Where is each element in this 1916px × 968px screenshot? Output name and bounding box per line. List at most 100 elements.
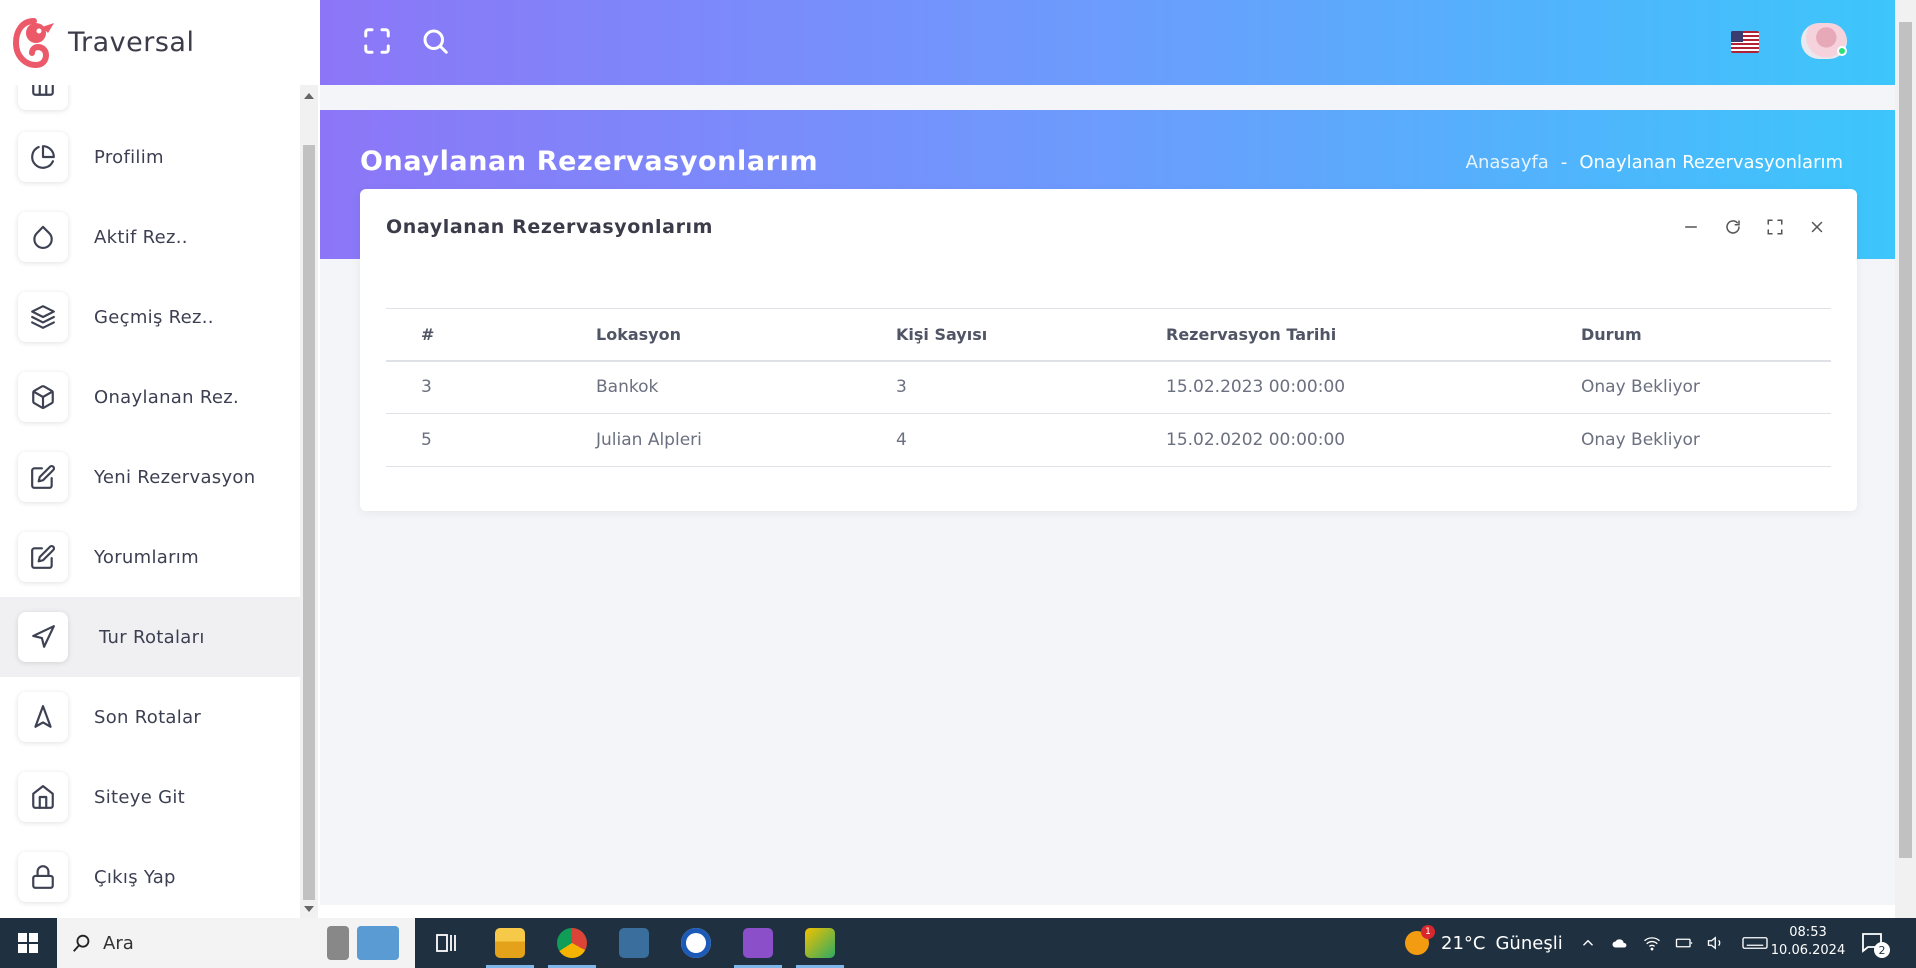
- chameleon-logo-icon: [12, 17, 54, 68]
- sidebar-item-aktif-rez[interactable]: Aktif Rez..: [0, 197, 300, 277]
- home-icon: [18, 772, 68, 822]
- page-title: Onaylanan Rezervasyonlarım: [360, 146, 819, 177]
- table-row: 3 Bankok 3 15.02.2023 00:00:00 Onay Bekl…: [386, 360, 1831, 414]
- sun-icon: 1: [1405, 925, 1435, 955]
- sidebar: Traversal Profilim Aktif Rez.. Geçmiş Re…: [0, 0, 320, 918]
- edit-icon: [18, 452, 68, 502]
- sidebar-item-gecmis-rez[interactable]: Geçmiş Rez..: [0, 277, 300, 357]
- top-header: [320, 0, 1895, 85]
- navigation-2-icon: [18, 692, 68, 742]
- sidebar-item-profilim[interactable]: Profilim: [0, 117, 300, 197]
- page-scrollbar[interactable]: [1895, 0, 1916, 918]
- cell-status: Onay Bekliyor: [1546, 413, 1831, 467]
- breadcrumb-separator: -: [1560, 152, 1568, 173]
- sidebar-item-label: Geçmiş Rez..: [94, 306, 214, 328]
- sidebar-item-cikis-yap[interactable]: Çıkış Yap: [0, 837, 300, 917]
- page-scroll-thumb[interactable]: [1899, 22, 1912, 858]
- column-header-reservation-date: Rezervasyon Tarihi: [1131, 308, 1546, 362]
- card-toolbar: [1681, 217, 1827, 237]
- sidebar-menu: Profilim Aktif Rez.. Geçmiş Rez.. Onayla…: [0, 85, 300, 918]
- taskbar-app-chrome[interactable]: [544, 918, 600, 968]
- weather-condition: Güneşli: [1495, 932, 1563, 954]
- cell-location: Julian Alpleri: [561, 413, 861, 467]
- refresh-icon[interactable]: [1723, 217, 1743, 237]
- sidebar-item-yeni-rezervasyon[interactable]: Yeni Rezervasyon: [0, 437, 300, 517]
- cell-person-count: 4: [861, 413, 1131, 467]
- windows-taskbar: Ara 1 21°C Güneşli 08:53 10.06.2024 2: [0, 918, 1916, 968]
- sidebar-item-label: Son Rotalar: [94, 706, 202, 728]
- breadcrumb-home-link[interactable]: Anasayfa: [1466, 152, 1549, 173]
- scroll-down-arrow-icon[interactable]: [304, 906, 314, 912]
- taskbar-clock[interactable]: 08:53 10.06.2024: [1768, 924, 1848, 960]
- taskbar-search-placeholder: Ara: [103, 932, 134, 954]
- taskbar-app-teamviewer[interactable]: [668, 918, 724, 968]
- onedrive-cloud-icon[interactable]: [1610, 933, 1630, 953]
- clock-time: 08:53: [1789, 925, 1827, 940]
- volume-icon[interactable]: [1706, 933, 1726, 953]
- sidebar-scrollbar[interactable]: [300, 85, 318, 918]
- image-editor-icon: [805, 928, 835, 958]
- sidebar-item-tur-rotalari[interactable]: Tur Rotaları: [0, 597, 300, 677]
- sidebar-item-onaylanan-rez[interactable]: Onaylanan Rez.: [0, 357, 300, 437]
- maximize-icon[interactable]: [1765, 217, 1785, 237]
- sidebar-item-son-rotalar[interactable]: Son Rotalar: [0, 677, 300, 757]
- cell-location: Bankok: [561, 360, 861, 414]
- taskbar-app-file-explorer[interactable]: [482, 918, 538, 968]
- sidebar-item-label: Siteye Git: [94, 786, 186, 808]
- clock-date: 10.06.2024: [1770, 943, 1846, 958]
- sidebar-item-yorumlarim[interactable]: Yorumlarım: [0, 517, 300, 597]
- file-explorer-icon: [495, 928, 525, 958]
- sidebar-item-label: Profilim: [94, 146, 164, 168]
- battery-icon[interactable]: [1674, 933, 1694, 953]
- scroll-up-arrow-icon[interactable]: [304, 93, 314, 99]
- column-header-person-count: Kişi Sayısı: [861, 308, 1131, 362]
- sidebar-scroll-thumb[interactable]: [303, 145, 315, 900]
- sidebar-item-label: Yorumlarım: [94, 546, 199, 568]
- notification-count: 2: [1874, 942, 1890, 958]
- maximize-icon[interactable]: [362, 26, 392, 56]
- close-icon[interactable]: [1807, 217, 1827, 237]
- table-row: 5 Julian Alpleri 4 15.02.0202 00:00:00 O…: [386, 413, 1831, 467]
- teamviewer-icon: [681, 928, 711, 958]
- taskbar-app-visual-studio[interactable]: [730, 918, 786, 968]
- start-button[interactable]: [0, 918, 55, 968]
- layers-icon: [18, 292, 68, 342]
- brand-name: Traversal: [68, 27, 195, 58]
- chrome-icon: [557, 928, 587, 958]
- pie-chart-icon: [18, 132, 68, 182]
- brand[interactable]: Traversal: [0, 0, 320, 85]
- task-view-icon: [436, 934, 456, 952]
- cell-status: Onay Bekliyor: [1546, 360, 1831, 414]
- cell-reservation-date: 15.02.2023 00:00:00: [1131, 360, 1546, 414]
- wifi-icon[interactable]: [1642, 933, 1662, 953]
- sidebar-item-label: Yeni Rezervasyon: [94, 466, 256, 488]
- chevron-up-icon[interactable]: [1578, 933, 1598, 953]
- taskbar-app-sql-server[interactable]: [606, 918, 662, 968]
- task-view-button[interactable]: [418, 918, 474, 968]
- taskbar-app-image-editor[interactable]: [792, 918, 848, 968]
- reservations-card: Onaylanan Rezervasyonlarım # Lokasyon Ki…: [360, 189, 1857, 511]
- us-flag-icon[interactable]: [1731, 31, 1759, 53]
- sidebar-item-label: Çıkış Yap: [94, 866, 176, 888]
- weather-badge: 1: [1421, 925, 1435, 939]
- grid-icon: [18, 85, 68, 110]
- droplet-icon: [18, 212, 68, 262]
- cell-number: 5: [386, 413, 561, 467]
- taskbar-search[interactable]: Ara: [57, 918, 415, 968]
- sidebar-item-siteye-git[interactable]: Siteye Git: [0, 757, 300, 837]
- weather-widget[interactable]: 1 21°C Güneşli: [1405, 918, 1563, 968]
- minus-icon[interactable]: [1681, 217, 1701, 237]
- navigation-icon: [18, 612, 68, 662]
- breadcrumb-current: Onaylanan Rezervasyonlarım: [1579, 152, 1843, 173]
- search-icon[interactable]: [420, 26, 450, 56]
- weather-temperature: 21°C: [1441, 932, 1486, 954]
- search-icon: [73, 934, 90, 952]
- cell-number: 3: [386, 360, 561, 414]
- keyboard-icon[interactable]: [1738, 933, 1772, 953]
- system-tray: [1578, 918, 1772, 968]
- column-header-number: #: [386, 308, 561, 362]
- sidebar-item-label: Tur Rotaları: [99, 626, 205, 648]
- breadcrumb: Anasayfa - Onaylanan Rezervasyonlarım: [1466, 152, 1843, 173]
- notification-center-button[interactable]: 2: [1860, 930, 1890, 958]
- card-title: Onaylanan Rezervasyonlarım: [386, 216, 714, 238]
